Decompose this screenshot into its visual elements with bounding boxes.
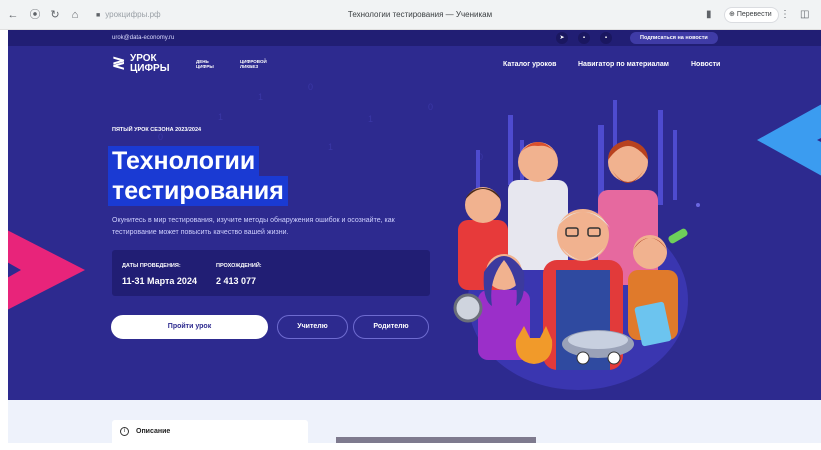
partner-logo-likbez: ЦИФРОВОЙ ЛИКБЕЗ (240, 59, 267, 69)
telegram-icon[interactable]: ➤ (556, 32, 568, 44)
content-section: i Описание (8, 400, 821, 450)
video-thumbnail[interactable] (336, 437, 536, 443)
pink-arrow-cutout (8, 262, 21, 278)
tab-title: Технологии тестирования — Ученикам (347, 10, 493, 19)
hero-description: Окунитесь в мир тестирования, изучите ме… (112, 217, 395, 236)
characters-illustration (453, 140, 688, 390)
bookmark-icon[interactable]: ▮ (706, 8, 712, 22)
take-lesson-button[interactable]: Пройти урок (111, 315, 268, 339)
season-label: ПЯТЫЙ УРОК СЕЗОНА 2023/2024 (112, 127, 202, 133)
svg-text:1: 1 (368, 114, 373, 124)
count-label: ПРОХОЖДЕНИЙ: (216, 263, 262, 269)
subscribe-button[interactable]: Подписаться на новости (630, 32, 718, 44)
ok-icon[interactable]: ▪ (600, 32, 612, 44)
info-icon: i (120, 427, 129, 436)
dates-label: ДАТЫ ПРОВЕДЕНИЯ: (122, 263, 181, 269)
partner-logo-day: ДЕНЬ ЦИФРЫ (196, 59, 214, 69)
menu-catalog[interactable]: Каталог уроков (503, 60, 556, 69)
stats-panel: ДАТЫ ПРОВЕДЕНИЯ: 11-31 Марта 2024 ПРОХОЖ… (112, 250, 430, 296)
contact-email[interactable]: urok@data-economy.ru (112, 33, 174, 43)
forward-icon[interactable]: ⦿ (28, 8, 42, 22)
menu-dots-icon[interactable]: ⋮ (780, 8, 790, 22)
vk-icon[interactable]: ▪ (578, 32, 590, 44)
logo-title: УРОК ЦИФРЫ (130, 53, 170, 74)
reload-icon[interactable]: ↻ (48, 8, 62, 22)
address-bar[interactable]: ■ урокцифры.рф (96, 9, 161, 22)
svg-text:0: 0 (308, 82, 313, 92)
top-bar: urok@data-economy.ru ➤ ▪ ▪ Подписаться н… (8, 30, 821, 46)
svg-text:1: 1 (218, 112, 223, 122)
count-value: 2 413 077 (216, 276, 257, 286)
description-label: Описание (136, 428, 171, 435)
logo-mark-icon: ≷ (112, 55, 126, 72)
teacher-button[interactable]: Учителю (277, 315, 348, 339)
translate-button[interactable]: ⊕ Перевести (724, 7, 779, 23)
dates-value: 11-31 Марта 2024 (122, 276, 197, 286)
home-icon[interactable]: ⌂ (68, 8, 82, 22)
menu-navigator[interactable]: Навигатор по материалам (578, 60, 669, 69)
parent-button[interactable]: Родителю (353, 315, 429, 339)
lock-icon: ■ (96, 12, 101, 19)
svg-text:1: 1 (328, 142, 333, 152)
page-title-line2: тестирования (108, 176, 288, 206)
browser-chrome: ← ⦿ ↻ ⌂ ■ урокцифры.рф Технологии тестиро… (0, 0, 821, 30)
svg-text:0: 0 (428, 102, 433, 112)
page-title-line1: Технологии (108, 146, 260, 176)
translate-icon: ⊕ (729, 11, 735, 18)
description-tab[interactable]: i Описание (112, 420, 308, 450)
svg-text:1: 1 (258, 92, 263, 102)
url-text: урокцифры.рф (105, 10, 161, 19)
hero-section: 101 010 101 urok@data-economy.ru ➤ ▪ ▪ П… (8, 30, 821, 400)
blue-arrow-decoration (757, 100, 821, 180)
menu-news[interactable]: Новости (691, 60, 720, 69)
translate-label: Перевести (736, 11, 772, 18)
back-icon[interactable]: ← (6, 8, 20, 22)
sidebar-icon[interactable]: ◫ (800, 8, 809, 22)
blue-arrow-cutout (817, 134, 821, 146)
